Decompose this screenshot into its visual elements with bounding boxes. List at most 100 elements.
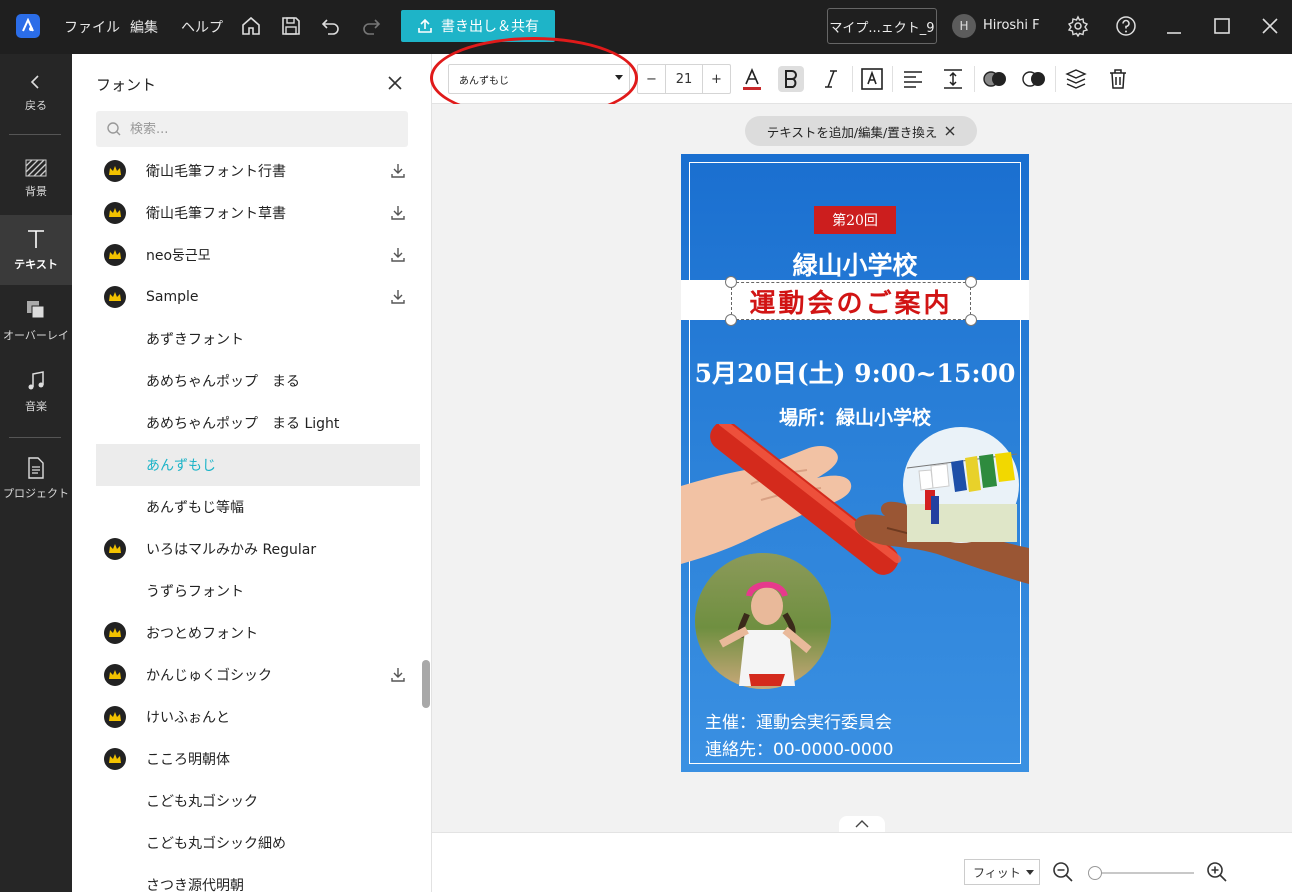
layers-icon[interactable] bbox=[1063, 66, 1089, 92]
panel-title: フォント bbox=[96, 76, 157, 94]
scrollbar-track[interactable] bbox=[422, 164, 430, 892]
toolbar-divider bbox=[1055, 66, 1056, 92]
premium-crown-icon bbox=[104, 202, 126, 224]
font-list-item[interactable]: さつき源代明朝 bbox=[96, 864, 420, 892]
download-icon[interactable] bbox=[390, 205, 406, 221]
zoom-out-icon[interactable] bbox=[1052, 861, 1076, 885]
download-icon[interactable] bbox=[390, 667, 406, 683]
close-icon[interactable] bbox=[383, 71, 407, 95]
rail-project[interactable]: プロジェクト bbox=[0, 444, 72, 514]
font-name: うずらフォント bbox=[146, 584, 244, 600]
app-logo-icon[interactable] bbox=[16, 14, 40, 38]
font-list-item[interactable]: 衛山毛筆フォント草書 bbox=[96, 192, 420, 234]
italic-icon[interactable] bbox=[818, 66, 844, 92]
avatar[interactable]: H bbox=[952, 14, 976, 38]
event-date[interactable]: 5月20日(土) 9:00~15:00 bbox=[681, 354, 1029, 390]
search-input[interactable] bbox=[130, 121, 390, 137]
resize-handle[interactable] bbox=[965, 314, 977, 326]
background-pattern-icon bbox=[25, 159, 47, 177]
scrollbar-thumb[interactable] bbox=[422, 660, 430, 708]
rail-back[interactable]: 戻る bbox=[0, 58, 72, 128]
zoom-fit-select[interactable]: フィット bbox=[964, 859, 1040, 885]
menu-help[interactable]: ヘルプ bbox=[181, 17, 223, 37]
download-icon[interactable] bbox=[390, 247, 406, 263]
home-icon[interactable] bbox=[238, 13, 264, 39]
font-size-value[interactable]: 21 bbox=[666, 65, 702, 93]
zoom-in-icon[interactable] bbox=[1206, 861, 1230, 885]
settings-gear-icon[interactable] bbox=[1065, 13, 1091, 39]
font-size-decrease-button[interactable]: − bbox=[638, 65, 666, 93]
minimize-icon[interactable] bbox=[1161, 13, 1187, 39]
align-left-icon[interactable] bbox=[900, 66, 926, 92]
menu-file[interactable]: ファイル bbox=[64, 17, 120, 37]
dropdown-caret-icon bbox=[1026, 870, 1034, 875]
relay-baton-photo[interactable] bbox=[681, 424, 1029, 694]
font-list-item[interactable]: Sample bbox=[96, 276, 420, 318]
font-name: あめちゃんポップ まる Light bbox=[146, 416, 340, 432]
font-size-increase-button[interactable]: + bbox=[702, 65, 730, 93]
help-icon[interactable] bbox=[1113, 13, 1139, 39]
font-list-item[interactable]: こころ明朝体 bbox=[96, 738, 420, 780]
redo-icon[interactable] bbox=[358, 13, 384, 39]
edit-hint-pill[interactable]: テキストを追加/編集/置き換え bbox=[745, 116, 977, 146]
rail-overlay-label: オーバーレイ bbox=[3, 329, 69, 342]
font-list-item[interactable]: うずらフォント bbox=[96, 570, 420, 612]
download-icon[interactable] bbox=[390, 289, 406, 305]
resize-handle[interactable] bbox=[725, 314, 737, 326]
resize-handle[interactable] bbox=[965, 276, 977, 288]
delete-trash-icon[interactable] bbox=[1105, 66, 1131, 92]
zoom-slider-handle[interactable] bbox=[1088, 866, 1103, 880]
font-name: いろはマルみかみ Regular bbox=[146, 542, 317, 558]
zoom-slider-track[interactable] bbox=[1092, 872, 1194, 874]
premium-crown-icon bbox=[104, 664, 126, 686]
font-list-item[interactable]: おつとめフォント bbox=[96, 612, 420, 654]
font-list-item[interactable]: こども丸ゴシック細め bbox=[96, 822, 420, 864]
project-name-button[interactable]: マイプ...ェクト_9 bbox=[827, 8, 937, 44]
menu-edit[interactable]: 編集 bbox=[130, 17, 158, 37]
undo-icon[interactable] bbox=[318, 13, 344, 39]
chevron-left-icon bbox=[30, 75, 39, 89]
collapse-timeline-tab[interactable] bbox=[839, 816, 885, 832]
font-list-item[interactable]: あめちゃんポップ まる bbox=[96, 360, 420, 402]
font-list-item[interactable]: かんじゅくゴシック bbox=[96, 654, 420, 696]
font-list-item[interactable]: 衛山毛筆フォント行書 bbox=[96, 150, 420, 192]
overlay-icon bbox=[27, 301, 45, 319]
font-search[interactable] bbox=[96, 111, 408, 147]
maximize-icon[interactable] bbox=[1209, 13, 1235, 39]
user-name[interactable]: Hiroshi F bbox=[983, 18, 1040, 33]
rail-music[interactable]: 音楽 bbox=[0, 357, 72, 427]
contact-text[interactable]: 連絡先：00-0000-0000 bbox=[705, 735, 893, 760]
organizer-text[interactable]: 主催：運動会実行委員会 bbox=[705, 708, 892, 733]
font-list-item[interactable]: けいふぉんと bbox=[96, 696, 420, 738]
rail-project-label: プロジェクト bbox=[3, 487, 69, 500]
close-window-icon[interactable] bbox=[1257, 13, 1283, 39]
poster-design[interactable]: 第20回 緑山小学校 運動会のご案内 5月20日(土) 9:00~15:00 場… bbox=[681, 154, 1029, 772]
rail-text[interactable]: テキスト bbox=[0, 215, 72, 285]
blend-mode-icon[interactable] bbox=[982, 66, 1008, 92]
download-icon[interactable] bbox=[390, 163, 406, 179]
font-list-item[interactable]: あめちゃんポップ まる Light bbox=[96, 402, 420, 444]
rail-overlay[interactable]: オーバーレイ bbox=[0, 286, 72, 356]
toolbar-divider bbox=[974, 66, 975, 92]
opacity-icon[interactable] bbox=[1021, 66, 1047, 92]
bold-icon[interactable] bbox=[778, 66, 804, 92]
chevron-up-icon bbox=[855, 820, 869, 828]
save-icon[interactable] bbox=[278, 13, 304, 39]
font-list-item[interactable]: いろはマルみかみ Regular bbox=[96, 528, 420, 570]
close-hint-icon[interactable] bbox=[945, 126, 955, 136]
line-spacing-icon[interactable] bbox=[940, 66, 966, 92]
rail-background[interactable]: 背景 bbox=[0, 144, 72, 214]
font-list-item[interactable]: あずきフォント bbox=[96, 318, 420, 360]
font-list-item[interactable]: あんずもじ等幅 bbox=[96, 486, 420, 528]
edition-badge[interactable]: 第20回 bbox=[814, 206, 896, 234]
font-list-item[interactable]: neo둥근모 bbox=[96, 234, 420, 276]
font-name: あんずもじ bbox=[146, 458, 216, 474]
text-box-icon[interactable] bbox=[859, 66, 885, 92]
rail-music-label: 音楽 bbox=[25, 400, 47, 413]
resize-handle[interactable] bbox=[725, 276, 737, 288]
font-name: あめちゃんポップ まる bbox=[146, 374, 300, 390]
font-list-item[interactable]: こども丸ゴシック bbox=[96, 780, 420, 822]
text-color-icon[interactable] bbox=[739, 66, 765, 92]
font-size-stepper[interactable]: − 21 + bbox=[637, 64, 731, 94]
font-list-item[interactable]: あんずもじ bbox=[96, 444, 420, 486]
